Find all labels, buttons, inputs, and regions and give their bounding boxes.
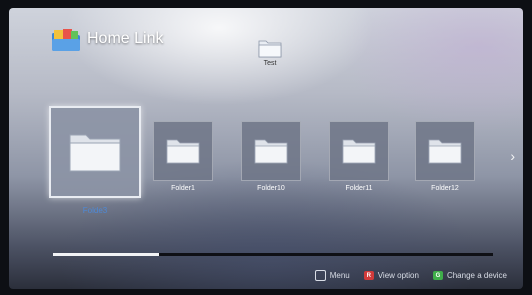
folder-item-folder12[interactable]: Folder12 (415, 121, 475, 192)
folder-icon (258, 40, 282, 58)
test-folder-label: Test (263, 60, 277, 67)
folder-item-folder1[interactable]: Folder1 (153, 121, 213, 192)
folder-name: Folder12 (431, 185, 459, 192)
folder-tile (241, 121, 301, 181)
home-link-icon (52, 29, 80, 51)
folder-tile (329, 121, 389, 181)
red-key-icon: R (363, 271, 374, 280)
folder-icon (254, 139, 288, 164)
folder-icon (166, 139, 200, 164)
folder-tile (415, 121, 475, 181)
folder-icon (428, 139, 462, 164)
menu-label: Menu (329, 271, 350, 280)
folder-icon (342, 139, 376, 164)
scroll-progress-fill (53, 253, 159, 256)
folder-tile (153, 121, 213, 181)
folder-item-folder11[interactable]: Folder11 (329, 121, 389, 192)
chevron-right-icon[interactable]: › (510, 148, 515, 164)
folder-list: Folde3 Folder1 Folder10 Folder11 Folder1… (9, 106, 523, 226)
folder-icon (69, 134, 121, 172)
page-title: Home Link (87, 30, 164, 47)
view-option-label: View option (377, 271, 419, 280)
home-link-screen: Home Link Test Folde3 Folder1 Folder10 F… (9, 8, 523, 289)
folder-item-folde3[interactable]: Folde3 (49, 106, 141, 215)
folder-name: Folder11 (345, 185, 373, 192)
footer-hints: Menu R View option G Change a device (314, 270, 507, 281)
folder-name: Folder1 (171, 185, 195, 192)
change-device-label: Change a device (446, 271, 507, 280)
green-key-icon: G (432, 271, 443, 280)
view-option-hint[interactable]: R View option (363, 271, 419, 280)
change-device-hint[interactable]: G Change a device (432, 271, 507, 280)
scroll-progress-bar (53, 253, 493, 256)
folder-name: Folde3 (82, 206, 108, 215)
menu-icon (314, 270, 326, 281)
folder-tile (49, 106, 141, 198)
folder-item-folder10[interactable]: Folder10 (241, 121, 301, 192)
menu-hint[interactable]: Menu (314, 270, 350, 281)
folder-name: Folder10 (257, 185, 285, 192)
test-folder[interactable]: Test (255, 38, 285, 67)
